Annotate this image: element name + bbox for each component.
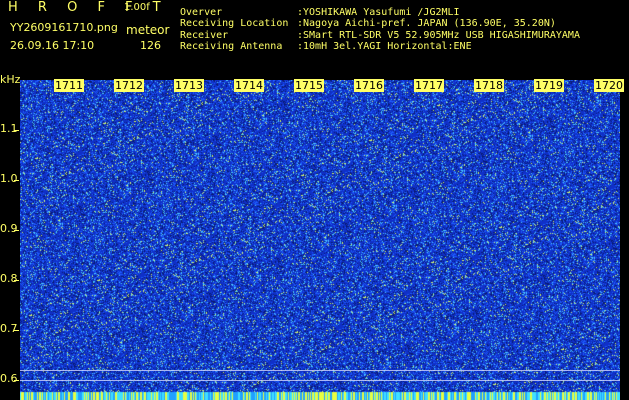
- spectrogram-canvas: [20, 80, 620, 400]
- y-tick-label: 0.7: [0, 322, 18, 335]
- y-tick: [14, 230, 19, 231]
- time-label: 1719: [534, 79, 564, 92]
- image-filename: YY2609161710.png: [10, 21, 118, 34]
- y-tick-label: 0.6: [0, 372, 18, 385]
- time-label: 1720: [594, 79, 624, 92]
- y-tick: [14, 380, 19, 381]
- time-label: 1713: [174, 79, 204, 92]
- antenna-value: :10mH 3el.YAGI Horizontal:ENE: [297, 41, 472, 52]
- time-label: 1712: [114, 79, 144, 92]
- y-tick-label: 0.9: [0, 222, 18, 235]
- location-value: :Nagoya Aichi-pref. JAPAN (136.90E, 35.2…: [297, 18, 556, 29]
- time-label: 1718: [474, 79, 504, 92]
- time-label: 1714: [234, 79, 264, 92]
- y-tick: [14, 130, 19, 131]
- receiver-value: :SMart RTL-SDR V5 52.905MHz USB HIGASHIM…: [297, 30, 580, 41]
- location-label: Receiving Location: [180, 18, 289, 29]
- reference-line: [20, 370, 620, 371]
- y-tick: [14, 180, 19, 181]
- y-tick-label: 1.0: [0, 172, 18, 185]
- spectrogram-panel: [20, 80, 620, 400]
- receiver-label: Receiver: [180, 30, 229, 41]
- time-label: 1717: [414, 79, 444, 92]
- meteor-count: 126: [140, 39, 161, 52]
- antenna-label: Receiving Antenna: [180, 41, 283, 52]
- reference-line: [20, 380, 620, 381]
- y-tick-label: 0.8: [0, 272, 18, 285]
- observation-datetime: 26.09.16 17:10: [10, 39, 95, 52]
- app-version: 1.00f: [124, 2, 150, 13]
- observation-mode: meteor: [126, 23, 170, 37]
- y-axis-unit: kHz: [0, 73, 21, 86]
- observer-label: Overver: [180, 7, 223, 18]
- y-tick: [14, 330, 19, 331]
- time-label: 1715: [294, 79, 324, 92]
- observer-value: :YOSHIKAWA Yasufumi /JG2MLI: [297, 7, 460, 18]
- time-label: 1716: [354, 79, 384, 92]
- time-label: 1711: [54, 79, 84, 92]
- y-tick-label: 1.1: [0, 122, 18, 135]
- y-tick: [14, 280, 19, 281]
